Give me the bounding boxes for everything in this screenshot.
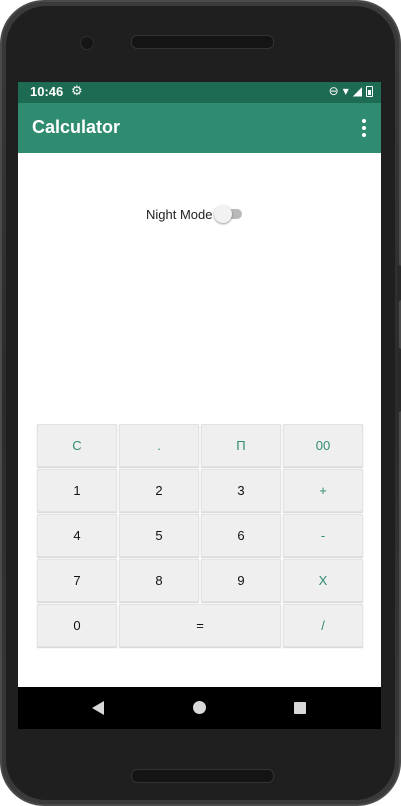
equals-button[interactable]: =: [119, 604, 281, 647]
more-vert-icon[interactable]: [361, 119, 367, 137]
keypad: C . Π 00 1 2 3 + 4 5 6 - 7 8 9 X 0 = /: [37, 424, 363, 649]
menu-dot: [362, 126, 366, 130]
keypad-row: C . Π 00: [37, 424, 363, 467]
keypad-row: 7 8 9 X: [37, 559, 363, 602]
digit-8-button[interactable]: 8: [119, 559, 199, 602]
battery-icon: [366, 85, 373, 97]
signal-icon: ◢: [352, 84, 362, 98]
double-zero-button[interactable]: 00: [283, 424, 363, 467]
status-bar: 10:46 ⚙ ⊖ ▾ ◢: [18, 82, 381, 103]
app-bar: Calculator: [18, 103, 381, 153]
night-mode-switch[interactable]: [214, 205, 246, 223]
menu-dot: [362, 133, 366, 137]
home-icon[interactable]: [193, 701, 206, 714]
digit-3-button[interactable]: 3: [201, 469, 281, 512]
multiply-button[interactable]: X: [283, 559, 363, 602]
switch-thumb[interactable]: [214, 205, 233, 223]
digit-0-button[interactable]: 0: [37, 604, 117, 647]
wifi-icon: ▾: [342, 84, 349, 98]
digit-4-button[interactable]: 4: [37, 514, 117, 557]
do-not-disturb-icon: ⊖: [328, 84, 339, 98]
digit-5-button[interactable]: 5: [119, 514, 199, 557]
recents-icon[interactable]: [294, 702, 306, 714]
pi-button[interactable]: Π: [201, 424, 281, 467]
back-icon[interactable]: [92, 701, 104, 715]
digit-6-button[interactable]: 6: [201, 514, 281, 557]
decimal-button[interactable]: .: [119, 424, 199, 467]
screen: 10:46 ⚙ ⊖ ▾ ◢ Calculator Night Mode C . …: [18, 82, 381, 729]
bottom-speaker: [131, 769, 274, 783]
top-speaker: [131, 35, 274, 49]
night-mode-label: Night Mode: [146, 206, 213, 222]
keypad-row: 1 2 3 +: [37, 469, 363, 512]
digit-7-button[interactable]: 7: [37, 559, 117, 602]
status-time: 10:46: [30, 84, 64, 99]
add-button[interactable]: +: [283, 469, 363, 512]
gear-icon: ⚙: [71, 84, 83, 99]
menu-dot: [362, 119, 366, 123]
digit-1-button[interactable]: 1: [37, 469, 117, 512]
divide-button[interactable]: /: [283, 604, 363, 647]
power-button: [397, 265, 401, 301]
digit-2-button[interactable]: 2: [119, 469, 199, 512]
status-icons: ⊖ ▾ ◢: [329, 84, 373, 98]
night-mode-toggle[interactable]: Night Mode: [146, 205, 246, 223]
app-title: Calculator: [32, 117, 121, 137]
keypad-row: 0 = /: [37, 604, 363, 647]
keypad-row: 4 5 6 -: [37, 514, 363, 557]
volume-button: [397, 348, 401, 412]
front-camera: [80, 36, 94, 50]
clear-button[interactable]: C: [37, 424, 117, 467]
subtract-button[interactable]: -: [283, 514, 363, 557]
digit-9-button[interactable]: 9: [201, 559, 281, 602]
navigation-bar: [18, 687, 381, 729]
